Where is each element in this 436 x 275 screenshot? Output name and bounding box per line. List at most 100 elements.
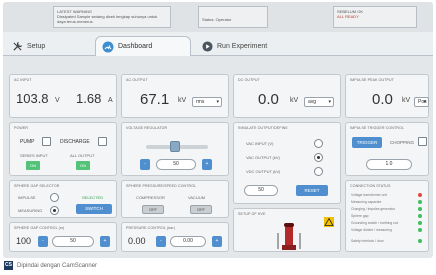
sphere-pressure-panel: SPHERE PRESSURE/SPEED CONTROL COMPRESSOR… [121,180,229,218]
play-icon [201,40,213,52]
ac-input-voltage: 103.8 [16,91,49,106]
measuring-gap-radio[interactable] [50,206,59,215]
sphere-gap-selector-panel: SPHERE GAP SELECTOR IMPULSE MEASURING SE… [9,180,117,218]
status-lamp [418,214,422,218]
pressure-control-title: PRESSURE CONTROL (bar) [126,226,175,230]
ac-input-panel: AC INPUT 103.8 V 1.68 A [9,74,117,118]
lamp-label: Measuring capacitor [351,200,382,204]
sphere-gap-setpoint[interactable]: 50 [52,236,94,247]
series-input-on-button[interactable]: ON [26,161,40,170]
sphere-gap-selector-title: SPHERE GAP SELECTOR [14,184,60,188]
gauge-icon [102,41,114,53]
sphere-gap-minus-button[interactable]: - [38,236,48,247]
vdc-output-radio[interactable] [314,167,323,176]
impulse-output-unit: kV [402,97,411,104]
voltage-regulator-title: VOLTAGE REGULATOR [126,126,168,130]
hmi-screen: LATEST WARNING Dissipated Sample sedang … [3,2,433,258]
tab-dashboard-label: Dashboard [118,43,153,50]
vac-output-radio[interactable] [314,153,323,162]
ready-alert: ALL READY [337,14,359,19]
warning-box: LATEST WARNING Dissipated Sample sedang … [53,6,171,28]
pump-checkbox[interactable] [42,137,51,146]
status-lamp [418,221,422,225]
impulse-trigger-value[interactable]: 1.0 [366,159,412,170]
ac-output-mode-select[interactable]: rms [192,97,222,107]
status-text: Status: Operator [202,17,232,22]
scanner-caption: CS Dipindai dengan CamScanner [4,261,97,270]
impulse-output-mode-select[interactable]: Pos [414,97,429,107]
vac-input-radio[interactable] [314,139,323,148]
trigger-button[interactable]: TRIGGER [352,137,382,148]
vacuum-off-button[interactable]: OFF [190,205,212,214]
impulse-output-value: 0.0 [372,91,393,108]
impulse-output-title: IMPULSE PEAK OUTPUT [350,78,395,82]
vac-output-label: VAC OUTPUT (kV) [246,155,280,160]
all-output-on-button[interactable]: ON [76,161,90,170]
sphere-gap-switch-button[interactable]: SWITCH [76,204,112,214]
output-selector-title: SIMULATE OUTPUT/DEFINE [238,126,288,130]
chopping-checkbox[interactable] [418,137,427,146]
setup-image-panel: SETUP OF HVE [233,208,341,252]
ac-input-voltage-unit: V [55,97,60,104]
ac-output-unit: kV [178,97,187,104]
voltage-plus-button[interactable]: + [202,159,212,170]
tab-run-experiment[interactable]: Run Experiment [195,36,273,56]
pressure-plus-button[interactable]: + [212,236,222,247]
sphere-gap-control-panel: SPHERE GAP CONTROL (m) 100 - 50 + [9,222,117,252]
voltage-slider-handle[interactable] [170,141,180,152]
tab-run-label: Run Experiment [217,42,268,50]
vdc-output-label: VDC OUTPUT (kV) [246,169,281,174]
connection-status-panel: CONNECTION STATUS Voltage transformer un… [345,180,429,252]
tab-bar: Setup Dashboard Run Experiment [3,32,433,56]
output-selector-value[interactable]: 50 [244,185,278,196]
pressure-minus-button[interactable]: - [156,236,166,247]
lamp-label: Charging / Impulse generator [351,207,395,211]
pump-label: PUMP [20,139,35,145]
discharge-checkbox[interactable] [98,137,107,146]
camscanner-logo-icon: CS [4,261,13,270]
sphere-gap-control-title: SPHERE GAP CONTROL (m) [14,226,65,230]
pressure-value: 0.00 [128,236,146,246]
pressure-setpoint[interactable]: 0.00 [170,236,206,247]
dc-output-title: DC OUTPUT [238,78,260,82]
tab-dashboard[interactable]: Dashboard [95,36,191,56]
voltage-minus-button[interactable]: - [140,159,150,170]
warning-sign-icon [324,217,334,227]
top-info-bar: LATEST WARNING Dissipated Sample sedang … [3,2,433,32]
ready-box: SEBELUM OK ALL READY [333,6,417,28]
ac-output-title: AC OUTPUT [126,78,148,82]
sphere-pressure-title: SPHERE PRESSURE/SPEED CONTROL [126,184,197,188]
compressor-off-button[interactable]: OFF [142,205,164,214]
lamp-label: Voltage divider / measuring [351,228,392,232]
tab-setup[interactable]: Setup [5,36,51,56]
impulse-gap-radio[interactable] [50,193,59,202]
dc-output-mode-select[interactable]: avg [304,97,334,107]
lamp-label: Grounding switch / earthing rod [351,221,399,225]
output-selector-reset-button[interactable]: RESET [296,185,328,196]
ac-input-title: AC INPUT [14,78,32,82]
selected-gap-label: SELECTED [82,195,104,200]
ac-output-panel: AC OUTPUT 67.1 kV rms [121,74,229,118]
impulse-output-panel: IMPULSE PEAK OUTPUT 0.0 kV Pos [345,74,429,118]
all-output-label: ALL OUTPUT [70,153,95,158]
series-input-label: SERIES INPUT [20,153,48,158]
impulse-trigger-title: IMPULSE TRIGGER CONTROL [350,126,404,130]
lamp-label: Sphere gap [351,214,369,218]
sphere-gap-plus-button[interactable]: + [100,236,110,247]
impulse-trigger-panel: IMPULSE TRIGGER CONTROL TRIGGER CHOPPING… [345,122,429,176]
vacuum-label: VACUUM [188,195,206,200]
ac-input-current-unit: A [108,97,113,104]
dc-output-value: 0.0 [258,91,279,108]
status-lamp [418,193,422,197]
power-title: POWER [14,126,29,130]
vac-input-label: VAC INPUT (V) [246,141,274,146]
impulse-gap-label: IMPULSE [18,195,36,200]
ac-output-value: 67.1 [140,91,170,108]
compressor-label: COMPRESSOR [136,195,165,200]
voltage-value-field[interactable]: 50 [156,159,196,170]
warning-text: Dissipated Sample sedang dicek lengkap s… [57,14,158,24]
hv-apparatus-image [277,223,301,250]
caption-text: Dipindai dengan CamScanner [17,262,98,269]
discharge-label: DISCHARGE [60,139,90,145]
ac-input-current: 1.68 [76,91,102,106]
